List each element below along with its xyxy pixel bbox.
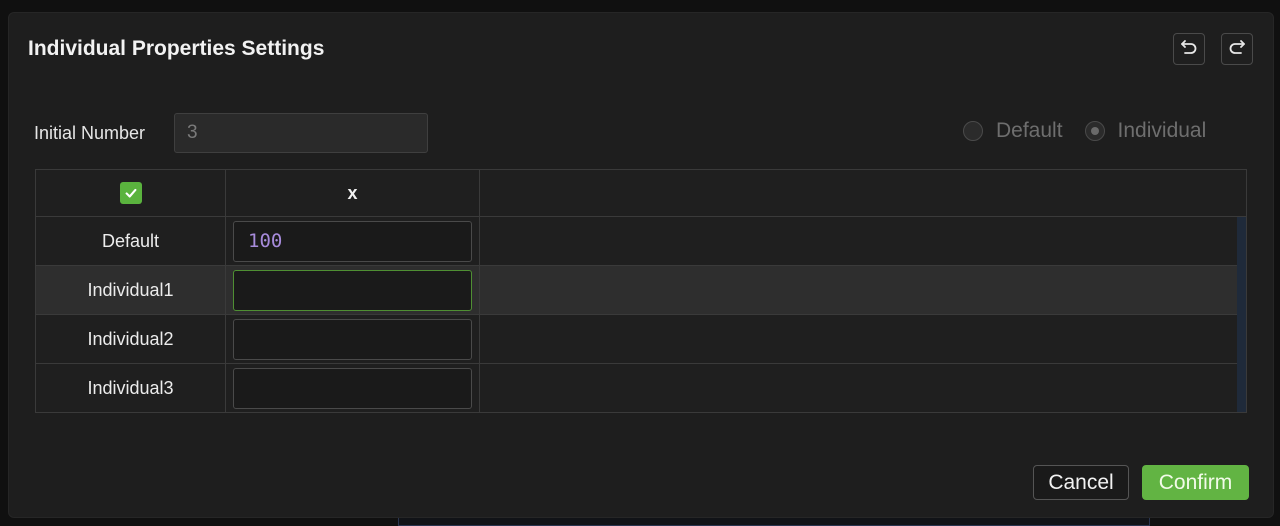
radio-selected-dot: [1090, 127, 1099, 135]
cancel-button[interactable]: Cancel: [1033, 465, 1129, 500]
value-input[interactable]: [233, 318, 472, 360]
undo-button[interactable]: [1173, 33, 1205, 65]
initial-number-input[interactable]: 3: [174, 113, 428, 153]
table-scrollbar[interactable]: [1237, 217, 1246, 412]
radio-individual-circle: [1084, 121, 1105, 141]
value-cell: [226, 266, 480, 314]
radio-individual[interactable]: Individual: [1084, 119, 1207, 143]
properties-table: x Default 100 Individual1 Individual2 In…: [35, 169, 1247, 413]
value-input[interactable]: 100: [233, 220, 472, 262]
check-icon: [125, 188, 136, 198]
redo-icon: [1227, 37, 1247, 62]
select-all-checkbox[interactable]: [119, 182, 142, 204]
radio-default-label: Default: [996, 119, 1063, 142]
initial-number-label: Initial Number: [34, 123, 146, 143]
individual-properties-dialog: Individual Properties Settings Initial N…: [8, 12, 1274, 518]
radio-individual-label: Individual: [1117, 119, 1207, 142]
row-label: Individual3: [36, 364, 226, 413]
value-cell: [226, 315, 480, 363]
radio-default[interactable]: Default: [963, 119, 1063, 143]
table-row: Individual2: [36, 315, 1246, 364]
table-header-row: x: [36, 170, 1246, 217]
table-row: Individual1: [36, 266, 1246, 315]
row-label: Individual2: [36, 315, 226, 363]
row-label: Default: [36, 217, 226, 265]
value-text: 100: [248, 230, 283, 252]
value-cell: [226, 364, 480, 413]
value-cell: 100: [226, 217, 480, 265]
header-checkbox-cell: [36, 170, 226, 216]
value-input[interactable]: [233, 368, 472, 409]
initial-number-value: 3: [187, 122, 198, 143]
confirm-button[interactable]: Confirm: [1142, 465, 1249, 500]
column-header-x: x: [226, 170, 480, 216]
value-input[interactable]: [233, 269, 472, 311]
radio-default-circle: [963, 121, 983, 141]
row-label: Individual1: [36, 266, 226, 314]
table-row: Individual3: [36, 364, 1246, 413]
dialog-title: Individual Properties Settings: [28, 37, 325, 60]
undo-icon: [1179, 37, 1199, 62]
table-row: Default 100: [36, 217, 1246, 266]
mode-radio-group: Default Individual: [963, 119, 1228, 143]
redo-button[interactable]: [1221, 33, 1253, 65]
